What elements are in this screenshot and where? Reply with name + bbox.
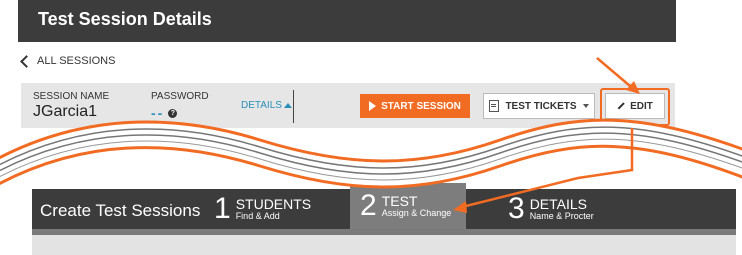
all-sessions-link[interactable]: ALL SESSIONS [20, 54, 116, 68]
pencil-icon [617, 102, 625, 110]
play-icon [369, 101, 377, 111]
wave-inner-line-3 [0, 138, 742, 181]
wave-line-bottom [0, 144, 742, 189]
test-tickets-button[interactable]: TEST TICKETS [483, 93, 595, 119]
chevron-left-icon [20, 54, 33, 68]
step-title: DETAILS [529, 195, 587, 212]
step-test[interactable]: 2 TEST Assign & Change [350, 183, 466, 229]
step-number: 1 [214, 192, 231, 225]
content-area [32, 235, 736, 255]
wave-inner-line-2 [0, 132, 742, 175]
password-value: -- ? [151, 105, 178, 121]
wave-inner-line-1 [0, 126, 742, 169]
step-students[interactable]: 1 STUDENTS Find & Add [214, 189, 311, 229]
edit-button[interactable]: EDIT [605, 93, 665, 119]
create-sessions-bar: Create Test Sessions 1 STUDENTS Find & A… [32, 183, 736, 229]
step-title: TEST [381, 192, 418, 209]
test-tickets-label: TEST TICKETS [505, 100, 577, 112]
all-sessions-label: ALL SESSIONS [37, 55, 116, 67]
step-subtitle: Name & Procter [529, 210, 594, 221]
create-sessions-title: Create Test Sessions [40, 201, 201, 220]
step-number: 2 [360, 189, 377, 222]
wave-band [0, 120, 742, 187]
caret-down-icon [582, 104, 589, 108]
step-number: 3 [508, 192, 525, 225]
session-bar: SESSION NAME JGarcia1 PASSWORD -- ? DETA… [21, 83, 675, 128]
password-dashes: -- [151, 105, 165, 121]
divider [293, 90, 294, 123]
start-session-button[interactable]: START SESSION [360, 94, 470, 118]
page-header: Test Session Details [18, 0, 676, 42]
session-name-label: SESSION NAME [33, 91, 110, 102]
arrow-to-edit [596, 57, 631, 87]
edit-label: EDIT [630, 100, 653, 112]
step-title: STUDENTS [235, 195, 312, 212]
help-icon[interactable]: ? [168, 108, 178, 118]
password-label: PASSWORD [151, 91, 209, 102]
page-title: Test Session Details [38, 9, 212, 29]
step-subtitle: Assign & Change [381, 207, 452, 218]
caret-up-icon [283, 103, 292, 108]
step-details[interactable]: 3 DETAILS Name & Procter [508, 189, 594, 229]
document-icon [489, 100, 500, 112]
step-subtitle: Find & Add [235, 210, 280, 221]
session-name-value: JGarcia1 [33, 103, 98, 120]
details-toggle[interactable]: DETAILS [241, 100, 292, 111]
start-session-label: START SESSION [381, 100, 461, 112]
details-label: DETAILS [241, 100, 282, 111]
